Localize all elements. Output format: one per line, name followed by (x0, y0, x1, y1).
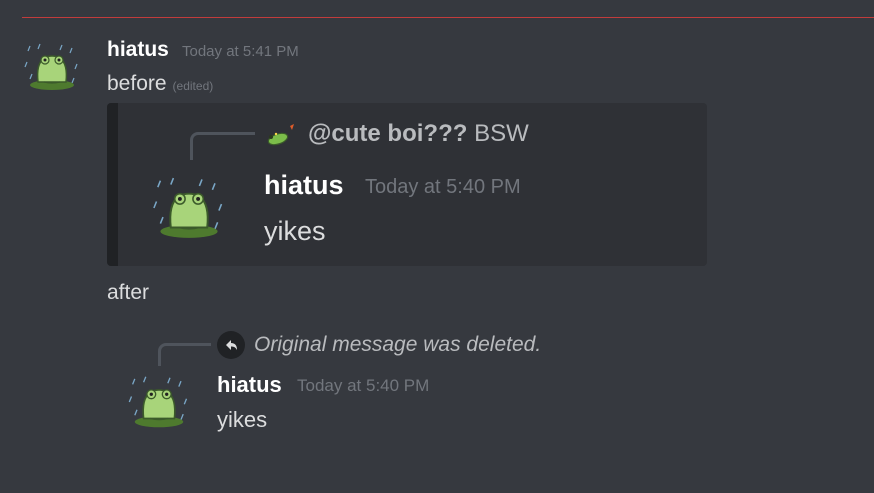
edited-label: (edited) (172, 79, 214, 93)
embed-accent-bar (107, 103, 118, 266)
message-timestamp[interactable]: Today at 5:41 PM (182, 43, 299, 60)
before-text: before (107, 72, 167, 95)
frog-avatar-embed[interactable] (150, 175, 228, 241)
deleted-message-text[interactable]: Original message was deleted. (254, 333, 541, 357)
frog-avatar-after[interactable] (126, 374, 192, 430)
reply-reference[interactable]: @cute boi??? BSW (308, 120, 529, 148)
reply-spine-after (158, 343, 211, 366)
after-content: yikes (217, 407, 268, 432)
reply-preview[interactable]: BSW (474, 120, 529, 147)
embed-author[interactable]: hiatus (264, 170, 344, 201)
reply-mention[interactable]: @cute boi??? (308, 120, 467, 147)
new-messages-divider (22, 17, 874, 18)
reply-spine (190, 132, 255, 160)
embed-timestamp[interactable]: Today at 5:40 PM (365, 176, 521, 199)
message-before-line: before (edited) (107, 72, 213, 96)
after-author[interactable]: hiatus (217, 372, 282, 398)
frog-avatar[interactable] (22, 42, 82, 92)
reply-arrow-icon (217, 331, 245, 359)
after-timestamp[interactable]: Today at 5:40 PM (297, 376, 429, 396)
after-text: after (107, 281, 150, 304)
message-author[interactable]: hiatus (107, 38, 169, 62)
embed-content: yikes (264, 216, 326, 246)
frog-emoji-icon (267, 124, 294, 146)
